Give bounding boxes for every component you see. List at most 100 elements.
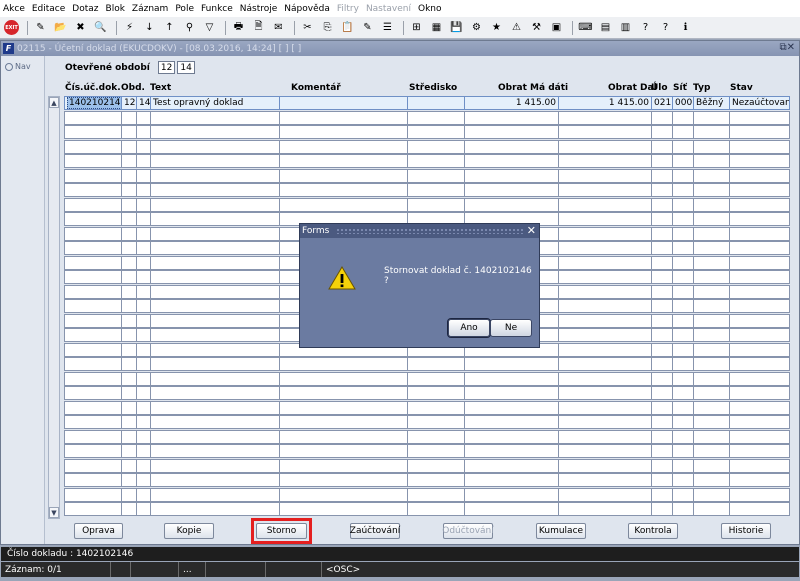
cell-period1[interactable]: [121, 139, 137, 154]
cell-ulo[interactable]: [651, 415, 673, 429]
tree-icon[interactable]: ⊞: [408, 20, 425, 36]
cell-period1[interactable]: [121, 255, 137, 270]
cell-ulo[interactable]: [651, 125, 673, 139]
cut-icon[interactable]: ✂: [299, 20, 316, 36]
cell-sit[interactable]: 000: [672, 96, 694, 110]
cell-doc-number[interactable]: [64, 125, 122, 139]
cell-period1[interactable]: [121, 444, 137, 458]
cell-status[interactable]: [729, 270, 790, 284]
cell-credit[interactable]: [558, 197, 652, 212]
cell-period2[interactable]: [136, 487, 151, 502]
cell-sit[interactable]: [672, 429, 694, 444]
cell-credit[interactable]: 1 415.00: [558, 96, 652, 110]
cell-doc-number[interactable]: [64, 487, 122, 502]
cell-period2[interactable]: [136, 197, 151, 212]
cell-doc-number[interactable]: [64, 284, 122, 299]
cell-debit[interactable]: [464, 168, 559, 183]
cell-text[interactable]: [150, 270, 280, 284]
menu-item-10[interactable]: Nastavení: [366, 4, 411, 14]
cell-sit[interactable]: [672, 400, 694, 415]
kumulace-button[interactable]: Kumulace: [536, 523, 586, 539]
cell-debit[interactable]: [464, 502, 559, 516]
cell-sit[interactable]: [672, 502, 694, 516]
cell-period1[interactable]: [121, 357, 137, 371]
cell-doc-number[interactable]: [64, 313, 122, 328]
cell-type[interactable]: [693, 415, 730, 429]
cell-period2[interactable]: [136, 241, 151, 255]
copy-icon[interactable]: ⎘: [319, 20, 336, 36]
menu-item-11[interactable]: Okno: [418, 4, 442, 14]
cell-period1[interactable]: [121, 342, 137, 357]
cell-ulo[interactable]: [651, 357, 673, 371]
cell-period1[interactable]: 12: [121, 96, 137, 110]
cell-ulo[interactable]: [651, 487, 673, 502]
cell-ulo[interactable]: [651, 328, 673, 342]
cell-text[interactable]: [150, 154, 280, 168]
cell-center[interactable]: [407, 197, 465, 212]
cell-text[interactable]: [150, 299, 280, 313]
menu-item-0[interactable]: Akce: [3, 4, 25, 14]
cell-text[interactable]: [150, 241, 280, 255]
cell-ulo[interactable]: [651, 212, 673, 226]
cell-type[interactable]: [693, 357, 730, 371]
cell-text[interactable]: [150, 429, 280, 444]
help-question-icon[interactable]: ?: [637, 20, 654, 36]
cell-period1[interactable]: [121, 212, 137, 226]
menu-item-5[interactable]: Pole: [175, 4, 194, 14]
cell-text[interactable]: [150, 357, 280, 371]
cell-center[interactable]: [407, 183, 465, 197]
cell-ulo[interactable]: [651, 270, 673, 284]
cell-debit[interactable]: [464, 139, 559, 154]
cell-debit[interactable]: [464, 357, 559, 371]
cell-period2[interactable]: [136, 400, 151, 415]
cell-ulo[interactable]: [651, 241, 673, 255]
cell-center[interactable]: [407, 400, 465, 415]
cell-type[interactable]: [693, 444, 730, 458]
cell-debit[interactable]: 1 415.00: [464, 96, 559, 110]
menu-item-7[interactable]: Nástroje: [240, 4, 278, 14]
edit-field-icon[interactable]: ✎: [359, 20, 376, 36]
cell-ulo[interactable]: [651, 110, 673, 125]
cell-sit[interactable]: [672, 284, 694, 299]
cell-center[interactable]: [407, 386, 465, 400]
cell-doc-number[interactable]: [64, 212, 122, 226]
cell-center[interactable]: [407, 473, 465, 487]
cell-credit[interactable]: [558, 313, 652, 328]
cell-period1[interactable]: [121, 386, 137, 400]
cell-type[interactable]: [693, 212, 730, 226]
cell-status[interactable]: [729, 444, 790, 458]
cell-period2[interactable]: [136, 299, 151, 313]
cell-sit[interactable]: [672, 270, 694, 284]
calendar-icon[interactable]: ▦: [428, 20, 445, 36]
sort-desc-icon[interactable]: ↑: [161, 20, 178, 36]
cell-doc-number[interactable]: [64, 357, 122, 371]
window-controls[interactable]: ⧉✕: [779, 42, 795, 53]
cell-sit[interactable]: [672, 415, 694, 429]
print-icon[interactable]: 🖶: [230, 20, 247, 36]
cell-sit[interactable]: [672, 458, 694, 473]
cell-center[interactable]: [407, 110, 465, 125]
cell-period2[interactable]: [136, 284, 151, 299]
cell-ulo[interactable]: [651, 197, 673, 212]
cell-text[interactable]: [150, 168, 280, 183]
keyboard-icon[interactable]: ⌨: [577, 20, 594, 36]
cell-credit[interactable]: [558, 212, 652, 226]
list-icon[interactable]: ☰: [379, 20, 396, 36]
document-icon[interactable]: ▥: [617, 20, 634, 36]
cell-text[interactable]: [150, 444, 280, 458]
cell-sit[interactable]: [672, 313, 694, 328]
cell-comment[interactable]: [279, 502, 408, 516]
cell-type[interactable]: [693, 328, 730, 342]
help-icon[interactable]: ?: [657, 20, 674, 36]
cell-type[interactable]: [693, 342, 730, 357]
cell-text[interactable]: [150, 386, 280, 400]
dialog-close-icon[interactable]: ✕: [527, 224, 536, 237]
zauctovani-button[interactable]: Zaúčtování: [350, 523, 400, 539]
cell-status[interactable]: [729, 502, 790, 516]
cell-period1[interactable]: [121, 241, 137, 255]
cell-text[interactable]: [150, 400, 280, 415]
cell-status[interactable]: [729, 284, 790, 299]
paste-icon[interactable]: 📋: [339, 20, 356, 36]
cell-comment[interactable]: [279, 168, 408, 183]
print-preview-icon[interactable]: 🗎: [250, 20, 267, 36]
